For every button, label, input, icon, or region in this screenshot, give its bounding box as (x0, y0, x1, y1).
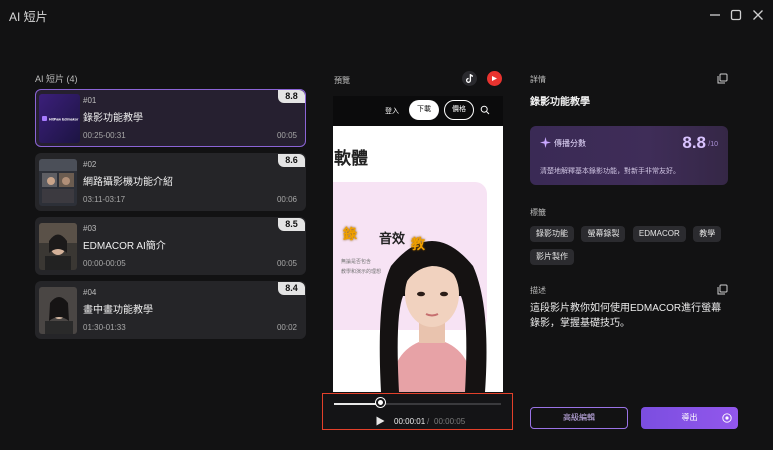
score-description: 清楚地解釋基本錄影功能，對新手非常友好。 (540, 168, 680, 175)
clip-thumbnail: HitPaw Edimakor (39, 94, 80, 143)
tag-chip[interactable]: 影片製作 (530, 249, 574, 265)
score-label: 傳播分數 (554, 139, 586, 148)
tag-chip[interactable]: 螢幕錄製 (581, 226, 626, 242)
clip-score-badge: 8.4 (278, 282, 305, 295)
video-nav-download: 下載 (409, 100, 439, 120)
app-title: AI 短片 (9, 10, 48, 24)
details-title: 詳情 (530, 75, 546, 84)
export-button[interactable]: 導出 (641, 407, 738, 429)
clip-number: #01 (83, 96, 97, 105)
progress-fill (334, 403, 381, 405)
title-bar: AI 短片 (0, 0, 773, 30)
total-time: 00:00:05 (434, 417, 466, 426)
clip-thumbnail (39, 223, 77, 270)
clip-item[interactable]: #03 EDMACOR AI簡介 00:00-00:05 00:05 8.5 (35, 217, 306, 275)
preview-label: 預覽 (334, 76, 350, 85)
clip-list-title: AI 短片 (4) (35, 74, 78, 84)
clip-duration: 00:02 (276, 323, 297, 332)
play-icon[interactable] (376, 416, 385, 426)
tags-title: 標籤 (530, 208, 546, 217)
clip-item[interactable]: #02 網路攝影機功能介紹 03:11-03:17 00:06 8.6 (35, 153, 306, 211)
clip-number: #04 (83, 288, 97, 297)
video-caption: 教 (411, 236, 425, 252)
export-button-label: 導出 (681, 413, 698, 422)
clip-number: #02 (83, 160, 97, 169)
clip-name: EDMACOR AI簡介 (83, 241, 166, 252)
clip-time-range: 00:00-00:05 (83, 259, 126, 268)
clip-detail-name: 錄影功能教學 (530, 97, 590, 108)
clip-name: 錄影功能教學 (83, 113, 143, 124)
tiktok-icon[interactable] (462, 71, 477, 86)
clip-time-range: 03:11-03:17 (83, 195, 126, 204)
score-card: 傳播分數 8.8 /10 清楚地解釋基本錄影功能，對新手非常友好。 (530, 126, 728, 185)
clip-name: 網路攝影機功能介紹 (83, 177, 173, 188)
thumb-brand-text: HitPaw Edimakor (49, 118, 79, 122)
copy-icon[interactable] (717, 284, 728, 295)
clip-thumbnail (39, 159, 77, 206)
video-headline: 軟體 (334, 149, 368, 168)
current-time: 00:00:01 (394, 417, 426, 426)
minimize-icon[interactable] (707, 7, 723, 23)
clip-list: HitPaw Edimakor #01 錄影功能教學 00:25-00:31 0… (35, 89, 306, 345)
clip-score-badge: 8.5 (278, 218, 305, 231)
video-preview[interactable]: 登入 下載 價格 軟體 音效 無論是否包含 教學和演示的理想 錄 教 (333, 96, 503, 392)
clip-score-badge: 8.6 (278, 154, 305, 167)
presenter-image (361, 226, 503, 392)
tag-chip[interactable]: 教學 (693, 226, 722, 242)
clip-number: #03 (83, 224, 97, 233)
search-icon (480, 105, 490, 115)
progress-handle[interactable] (375, 398, 385, 407)
sparkle-icon (540, 137, 551, 148)
clip-item[interactable]: #04 畫中畫功能教學 01:30-01:33 00:02 8.4 (35, 281, 306, 339)
description-text: 這段影片教你如何使用EDMACOR進行螢幕錄影，掌握基礎技巧。 (530, 303, 722, 329)
video-site-nav: 登入 下載 價格 (333, 96, 503, 126)
close-icon[interactable] (750, 7, 766, 23)
tag-chip[interactable]: 錄影功能 (530, 226, 574, 242)
tag-list: 錄影功能 螢幕錄製 EDMACOR 教學 影片製作 (530, 223, 740, 269)
score-max: /10 (708, 141, 718, 148)
clip-duration: 00:05 (276, 259, 297, 268)
youtube-shorts-icon[interactable] (487, 71, 502, 86)
score-value: 8.8 (682, 133, 706, 152)
player-controls: 00:00:01 / 00:00:05 (322, 393, 513, 430)
time-separator: / (427, 417, 430, 426)
clip-name: 畫中畫功能教學 (83, 305, 153, 316)
advanced-edit-button[interactable]: 高級編輯 (530, 407, 628, 429)
clip-item[interactable]: HitPaw Edimakor #01 錄影功能教學 00:25-00:31 0… (35, 89, 306, 147)
description-title: 描述 (530, 286, 546, 295)
clip-time-range: 00:25-00:31 (83, 131, 126, 140)
copy-icon[interactable] (717, 73, 728, 84)
export-icon (722, 413, 732, 423)
clip-duration: 00:05 (276, 131, 297, 140)
video-caption: 錄 (343, 226, 357, 242)
progress-track[interactable] (334, 403, 501, 405)
video-nav-login: 登入 (385, 108, 399, 115)
clip-time-range: 01:30-01:33 (83, 323, 126, 332)
clip-thumbnail (39, 287, 77, 334)
clip-score-badge: 8.8 (278, 90, 305, 103)
video-nav-price: 價格 (444, 100, 474, 120)
tag-chip[interactable]: EDMACOR (632, 226, 686, 242)
clip-duration: 00:06 (276, 195, 297, 204)
maximize-icon[interactable] (728, 7, 744, 23)
